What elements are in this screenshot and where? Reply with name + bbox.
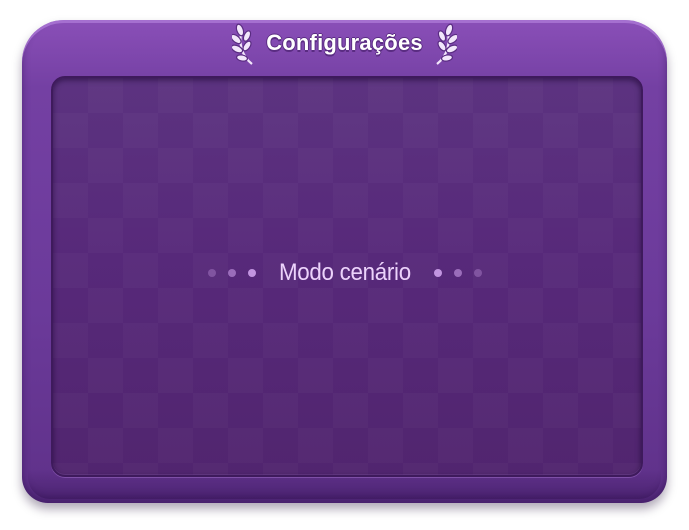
scenario-mode-row: Modo cenário — [51, 252, 639, 294]
dot-icon — [433, 269, 442, 277]
dot-icon — [453, 269, 462, 277]
dialog-header: Configurações — [0, 18, 689, 68]
right-dot-separator — [428, 269, 488, 277]
dialog-title: Configurações — [266, 30, 423, 55]
left-dot-separator — [202, 269, 262, 277]
laurel-right-icon — [436, 23, 457, 65]
dot-icon — [473, 269, 482, 277]
dot-icon — [248, 269, 257, 277]
laurel-left-icon — [232, 23, 253, 65]
scenario-mode-label: Modo cenário — [279, 259, 411, 286]
dot-icon — [208, 269, 217, 277]
dot-icon — [228, 269, 237, 277]
